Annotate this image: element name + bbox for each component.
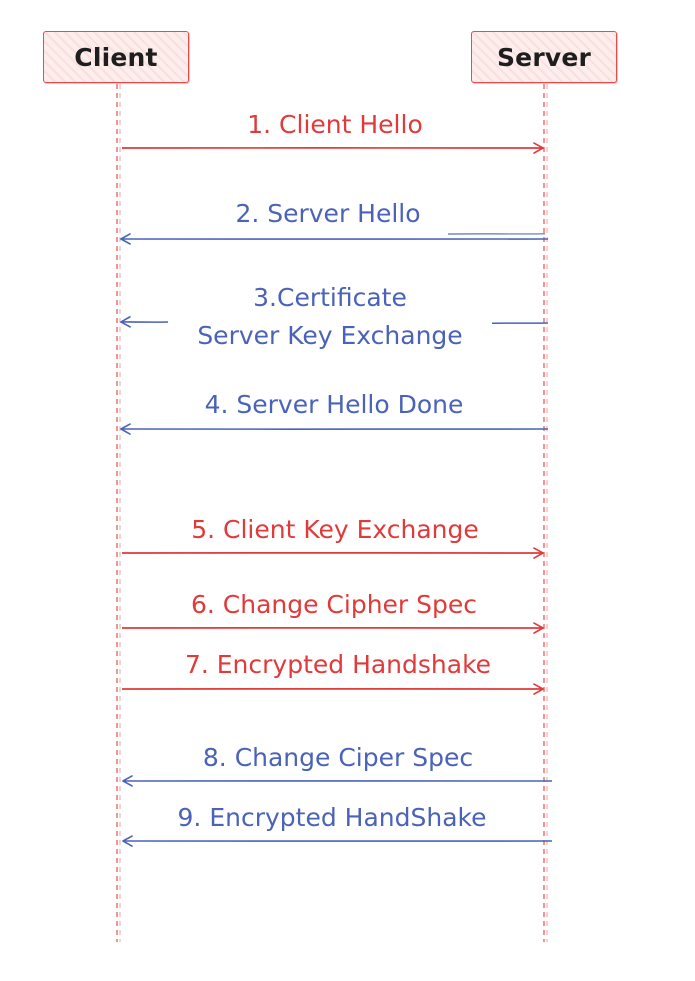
message-6-label: 6. Change Cipher Spec [191, 590, 477, 619]
message-1: 1. Client Hello [121, 110, 544, 154]
message-8: 8. Change Ciper Spec [122, 743, 553, 787]
client-participant-label: Client [74, 42, 158, 72]
server-participant-label: Server [496, 42, 592, 72]
message-7-label: 7. Encrypted Handshake [185, 650, 491, 679]
server-participant-box: Server [471, 31, 617, 83]
message-4: 4. Server Hello Done [120, 390, 549, 435]
message-9-label: 9. Encrypted HandShake [178, 803, 487, 832]
message-2: 2. Server Hello [120, 199, 549, 245]
message-2-label: 2. Server Hello [235, 199, 420, 228]
message-4-label: 4. Server Hello Done [205, 390, 464, 419]
sequence-diagram: 1. Client Hello 2. Server Hello 3.Certif… [116, 84, 553, 942]
message-3-label-line-1: 3.Certificate [253, 283, 407, 312]
client-participant-box: Client [43, 31, 189, 83]
message-3: 3.Certificate Server Key Exchange [120, 283, 549, 350]
message-8-label: 8. Change Ciper Spec [203, 743, 473, 772]
message-1-label: 1. Client Hello [247, 110, 423, 139]
message-5-label: 5. Client Key Exchange [191, 515, 479, 544]
message-6: 6. Change Cipher Spec [121, 590, 544, 634]
message-3-label-line-2: Server Key Exchange [197, 321, 462, 350]
message-9: 9. Encrypted HandShake [122, 803, 553, 847]
message-7: 7. Encrypted Handshake [121, 650, 544, 695]
server-lifeline [543, 84, 548, 942]
client-lifeline [116, 84, 121, 942]
message-5: 5. Client Key Exchange [121, 515, 544, 559]
